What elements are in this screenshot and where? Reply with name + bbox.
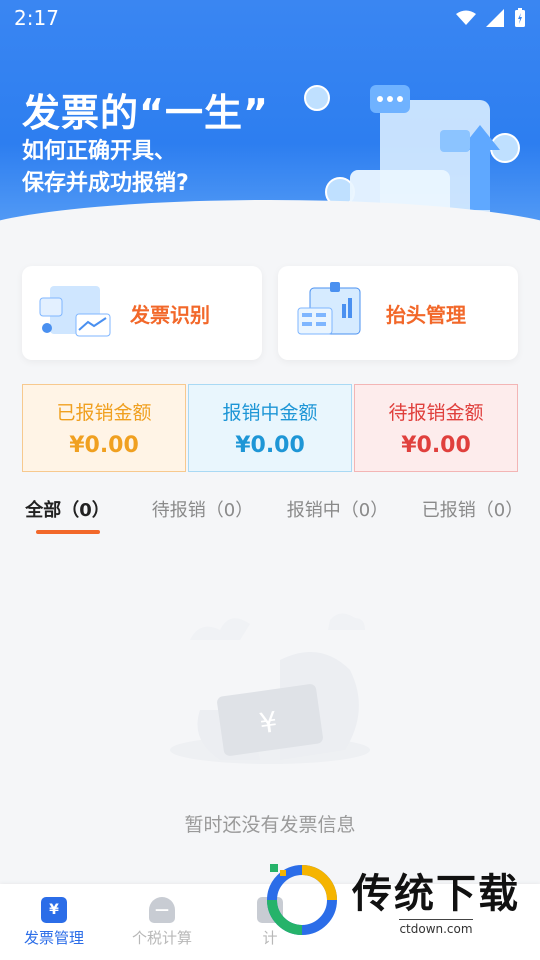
reimbursed-amount[interactable]: 已报销金额 ¥0.00 [22, 384, 186, 472]
status-tabs: 全部（0） 待报销（0） 报销中（0） 已报销（0） [0, 496, 540, 540]
tab-pending[interactable]: 待报销（0） [135, 496, 270, 540]
battery-icon [515, 8, 525, 27]
tab-reimbursed[interactable]: 已报销（0） [405, 496, 540, 540]
pending-amount[interactable]: 待报销金额 ¥0.00 [354, 384, 518, 472]
watermark-logo: 传统下载 ctdown.com [262, 858, 532, 938]
invoice-scan-icon [39, 286, 111, 337]
empty-message: 暂时还没有发票信息 [184, 814, 356, 836]
signal-icon [486, 9, 504, 27]
title-manage-icon [297, 282, 361, 335]
invoice-manage-icon: ¥ [41, 896, 67, 923]
empty-ticket-icon: ¥ [170, 613, 370, 764]
title-manage-label: 抬头管理 [386, 302, 466, 327]
invoice-scan-card[interactable]: 发票识别 [22, 266, 262, 360]
tax-calc-icon: — [149, 896, 175, 923]
status-bar: 2:17 [0, 0, 540, 36]
banner-title: 发票的“一生” [22, 91, 269, 135]
nav-tax-calc[interactable]: — 个税计算 [108, 884, 216, 960]
in-progress-amount[interactable]: 报销中金额 ¥0.00 [188, 384, 352, 472]
status-time: 2:17 [14, 6, 59, 30]
ctdown-logo-icon [267, 864, 337, 935]
invoice-scan-label: 发票识别 [130, 302, 210, 327]
tab-in-progress[interactable]: 报销中（0） [270, 496, 405, 540]
nav-invoice-manage[interactable]: ¥ 发票管理 [0, 884, 108, 960]
tab-all[interactable]: 全部（0） [0, 496, 135, 540]
title-manage-card[interactable]: 抬头管理 [278, 266, 518, 360]
wifi-icon [456, 10, 476, 25]
active-tab-indicator [35, 530, 100, 534]
banner-subtitle: 如何正确开具、 保存并成功报销? [22, 139, 189, 196]
promo-banner[interactable]: 2:17 发票的“一生” 如何正确开具、 保存并成功报销? [0, 0, 540, 240]
feature-cards: 发票识别 抬头管理 [22, 266, 518, 360]
amount-stats: 已报销金额 ¥0.00 报销中金额 ¥0.00 待报销金额 ¥0.00 [22, 384, 518, 472]
